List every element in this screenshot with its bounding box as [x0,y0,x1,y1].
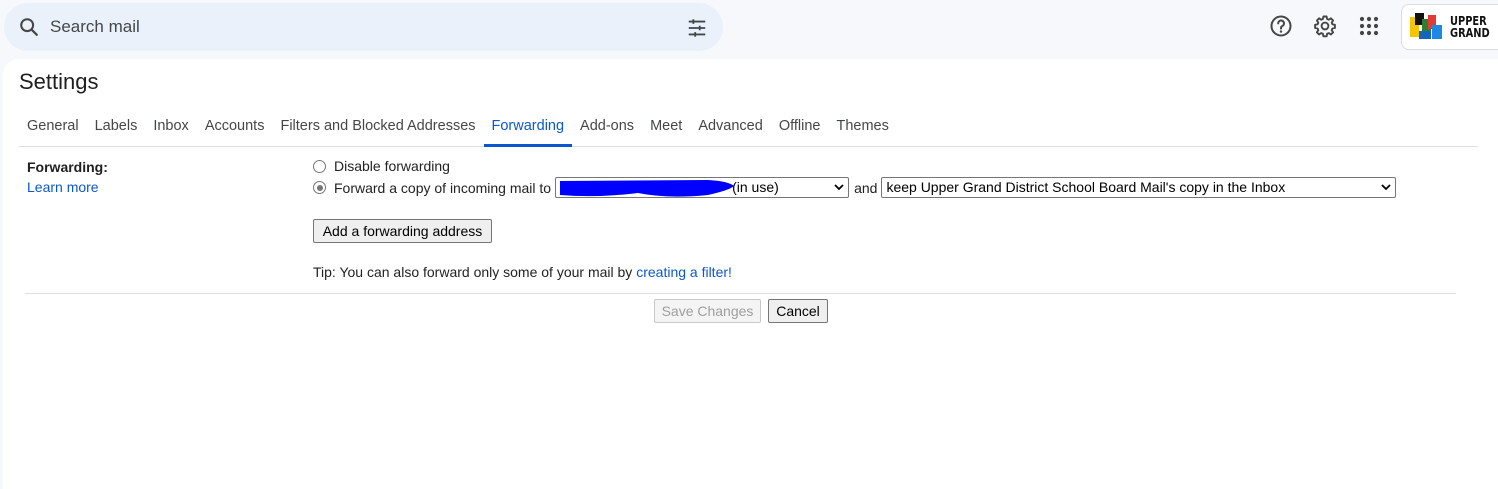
tab-general[interactable]: General [19,113,87,147]
search-icon[interactable] [18,16,40,38]
tab-offline[interactable]: Offline [771,113,829,147]
tab-meet[interactable]: Meet [642,113,690,147]
tab-accounts[interactable]: Accounts [197,113,273,147]
tab-inbox[interactable]: Inbox [145,113,196,147]
and-text: and [854,179,878,196]
forward-address-select[interactable]: (in use) [555,177,850,198]
org-logo-icon [1410,13,1442,39]
learn-more-link[interactable]: Learn more [27,179,99,195]
divider [25,293,1456,294]
page-title: Settings [19,69,99,94]
tab-forwarding[interactable]: Forwarding [483,113,573,147]
chevron-down-icon [1381,184,1392,191]
search-bar [4,3,723,51]
help-icon[interactable] [1269,14,1293,38]
disable-forwarding-row: Disable forwarding [313,158,450,174]
forward-copy-row: Forward a copy of incoming mail to (in u… [313,177,1397,198]
apps-grid-icon[interactable] [1357,14,1381,38]
tab-themes[interactable]: Themes [828,113,896,147]
tab-filters[interactable]: Filters and Blocked Addresses [272,113,483,147]
tip-text: Tip: You can also forward only some of y… [313,264,637,280]
forward-copy-label: Forward a copy of incoming mail to [334,179,552,196]
save-changes-button[interactable]: Save Changes [654,299,761,323]
add-forwarding-address-button[interactable]: Add a forwarding address [313,219,492,243]
cancel-button[interactable]: Cancel [768,299,828,323]
disable-forwarding-label: Disable forwarding [334,158,450,174]
keep-copy-select[interactable]: keep Upper Grand District School Board M… [881,177,1397,198]
redaction-mark [560,180,735,197]
settings-panel: Settings General Labels Inbox Accounts F… [3,59,1498,489]
account-chip[interactable]: UPPER GRAND [1401,4,1498,50]
gear-icon[interactable] [1313,14,1337,38]
org-logo-text: UPPER GRAND [1450,15,1490,39]
forwarding-tip: Tip: You can also forward only some of y… [313,264,732,280]
chevron-down-icon [834,184,844,191]
org-logo-line2: GRAND [1450,26,1490,40]
tab-addons[interactable]: Add-ons [572,113,642,147]
keep-copy-select-value: keep Upper Grand District School Board M… [886,179,1286,195]
forward-copy-radio[interactable] [313,181,326,194]
tab-advanced[interactable]: Advanced [690,113,771,147]
forwarding-label: Forwarding: [27,159,108,175]
forward-address-suffix: (in use) [732,179,779,195]
create-filter-link[interactable]: creating a filter! [636,264,732,280]
search-options-icon[interactable] [686,17,708,39]
search-input[interactable] [48,15,648,39]
disable-forwarding-radio[interactable] [313,159,326,173]
settings-tabs: General Labels Inbox Accounts Filters an… [19,113,1478,147]
tab-labels[interactable]: Labels [87,113,146,147]
